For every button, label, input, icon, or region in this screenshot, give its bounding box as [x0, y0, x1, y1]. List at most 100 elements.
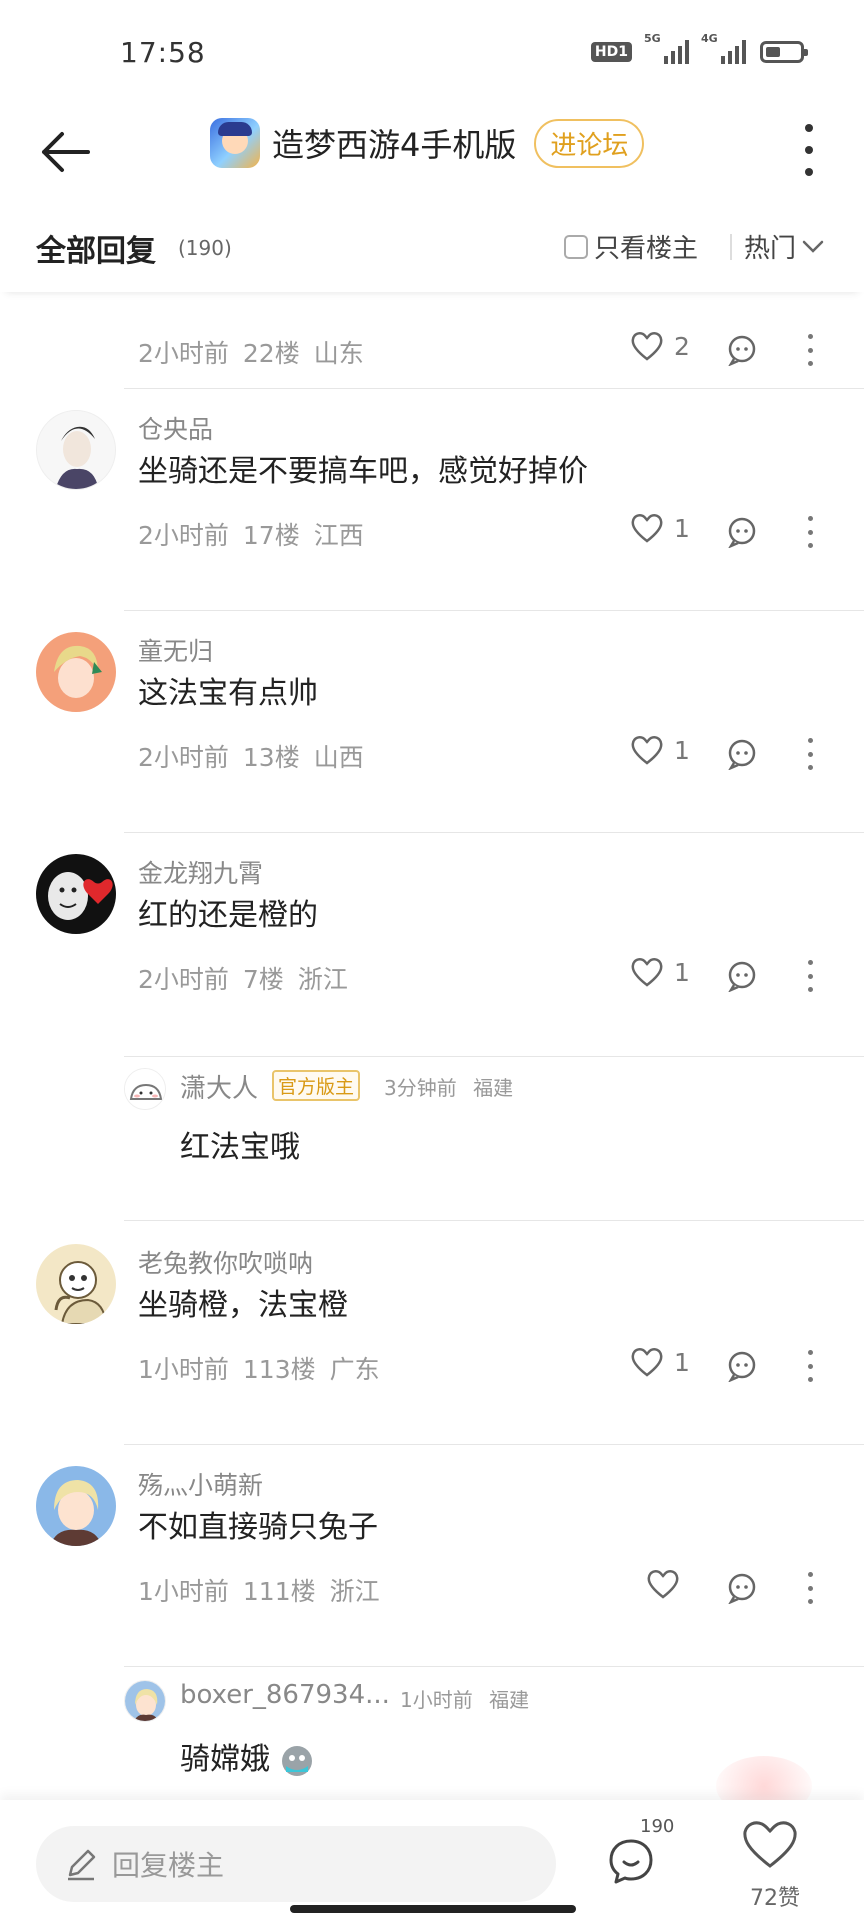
avatar[interactable]: [124, 1680, 166, 1722]
comment-more-icon[interactable]: [804, 334, 816, 366]
separator: [124, 1220, 864, 1221]
comment-text: 不如直接骑只兔子: [138, 1510, 378, 1545]
comment-more-icon[interactable]: [804, 516, 816, 548]
separator: [124, 1056, 864, 1057]
separator: [124, 388, 864, 389]
comment-more-icon[interactable]: [804, 1572, 816, 1604]
enter-forum-button[interactable]: 进论坛: [534, 118, 645, 168]
comment-meta: 1小时前 113楼 广东 1: [138, 1346, 838, 1386]
sort-label: 热门: [744, 234, 797, 264]
separator: [124, 832, 864, 833]
separator: [124, 1666, 864, 1667]
comment-meta: 2小时前 22楼 山东 2: [138, 330, 838, 370]
comment-item: 殇灬小萌新 不如直接骑只兔子 1小时前 111楼 浙江: [0, 1446, 864, 1668]
moderator-badge: 官方版主: [272, 1070, 361, 1101]
sub-reply-meta: 1小时前 福建: [400, 1688, 530, 1712]
reply-input[interactable]: 回复楼主: [36, 1826, 556, 1902]
status-icons: HD1 5G 4G: [590, 32, 808, 64]
avatar[interactable]: [36, 1244, 116, 1324]
username[interactable]: 仓央品: [138, 410, 213, 446]
forum-title-group: 造梦西游4手机版 进论坛: [210, 118, 645, 168]
pencil-icon: [68, 1849, 96, 1881]
heart-icon: [631, 1347, 663, 1377]
comment-bubble-icon[interactable]: [606, 1836, 656, 1886]
reply-header: 全部回复 (190) 只看楼主 热门: [0, 220, 864, 292]
like-count: 1: [674, 1347, 690, 1377]
avatar[interactable]: [36, 632, 116, 712]
back-arrow-icon[interactable]: [36, 122, 96, 182]
separator: [124, 610, 864, 611]
reply-bubble-icon[interactable]: [726, 738, 758, 770]
home-indicator[interactable]: [290, 1905, 576, 1913]
heart-icon[interactable]: [740, 1816, 800, 1872]
comment-item: 老兔教你吹唢呐 坐骑橙，法宝橙 1小时前 113楼 广东 1: [0, 1224, 864, 1446]
page-title: 造梦西游4手机版: [272, 126, 517, 164]
comment-more-icon[interactable]: [804, 960, 816, 992]
comment-meta: 2小时前 13楼 山西 1: [138, 734, 838, 774]
reply-placeholder: 回复楼主: [112, 1849, 225, 1882]
reply-bubble-icon[interactable]: [726, 1350, 758, 1382]
more-menu-icon[interactable]: [794, 120, 824, 180]
username[interactable]: 潇大人: [180, 1068, 258, 1105]
like-button[interactable]: 1: [630, 512, 690, 544]
username[interactable]: 老兔教你吹唢呐: [138, 1244, 313, 1280]
comment-item: 金龙翔九霄 红的还是橙的 2小时前 7楼 浙江 1: [0, 834, 864, 1056]
comment-count-badge: 190: [640, 1816, 675, 1837]
divider: [730, 234, 732, 260]
reply-feed[interactable]: 2小时前 22楼 山东 2 仓央品 坐骑还是不要搞车吧，感觉好掉价 2小时前 17楼江…: [0, 280, 864, 1800]
like-button[interactable]: 1: [630, 1346, 690, 1378]
reply-bubble-icon[interactable]: [726, 1572, 758, 1604]
nav-bar: 造梦西游4手机版 进论坛: [0, 100, 864, 220]
bottom-bar: 回复楼主 190 72赞: [0, 1800, 864, 1920]
username[interactable]: boxer_867934...: [180, 1680, 390, 1710]
sort-dropdown[interactable]: 热门: [744, 228, 824, 265]
heart-icon: [647, 1569, 679, 1599]
all-replies-label: 全部回复: [36, 234, 156, 269]
avatar[interactable]: [36, 410, 116, 490]
only-op-toggle[interactable]: 只看楼主: [564, 228, 698, 265]
like-count: 2: [674, 331, 690, 361]
sub-reply-meta: 3分钟前 福建: [384, 1076, 514, 1100]
emoji-face-icon: [281, 1745, 312, 1776]
reply-bubble-icon[interactable]: [726, 516, 758, 548]
like-count: 1: [674, 957, 690, 987]
reply-bubble-icon[interactable]: [726, 334, 758, 366]
comment-text: 坐骑还是不要搞车吧，感觉好掉价: [138, 454, 588, 489]
comment-item: 仓央品 坐骑还是不要搞车吧，感觉好掉价 2小时前 17楼 江西 1: [0, 390, 864, 612]
avatar[interactable]: [124, 1068, 166, 1110]
comment-text: 红法宝哦: [180, 1130, 300, 1165]
comment-text: 红的还是橙的: [138, 898, 318, 933]
avatar[interactable]: [36, 854, 116, 934]
like-button[interactable]: 1: [630, 956, 690, 988]
comment-meta: 2小时前 17楼 江西 1: [138, 512, 838, 552]
comment-item: 童无归 这法宝有点帅 2小时前 13楼 山西 1: [0, 612, 864, 834]
like-button[interactable]: [646, 1568, 690, 1600]
chevron-down-icon: [802, 240, 824, 253]
comment-more-icon[interactable]: [804, 1350, 816, 1382]
signal-4g-icon: 4G: [701, 32, 746, 64]
comment-more-icon[interactable]: [804, 738, 816, 770]
username[interactable]: 童无归: [138, 632, 213, 668]
like-button[interactable]: 1: [630, 734, 690, 766]
heart-icon: [631, 957, 663, 987]
username[interactable]: 殇灬小萌新: [138, 1466, 263, 1502]
separator: [124, 1444, 864, 1445]
comment-text: 坐骑橙，法宝橙: [138, 1288, 348, 1323]
reply-bubble-icon[interactable]: [726, 960, 758, 992]
like-count: 1: [674, 735, 690, 765]
status-time: 17:58: [120, 36, 206, 69]
like-count: 1: [674, 513, 690, 543]
like-count: 72赞: [750, 1886, 800, 1911]
heart-icon: [631, 735, 663, 765]
heart-icon: [631, 331, 663, 361]
battery-icon: [760, 41, 808, 63]
comment-text: 这法宝有点帅: [138, 676, 318, 711]
username[interactable]: 金龙翔九霄: [138, 854, 263, 890]
like-button[interactable]: 2: [630, 330, 690, 362]
hd-icon: HD1: [590, 42, 632, 62]
game-logo-icon: [210, 118, 260, 168]
avatar[interactable]: [36, 1466, 116, 1546]
comment-meta: 2小时前 7楼 浙江 1: [138, 956, 838, 996]
only-op-label: 只看楼主: [594, 234, 699, 264]
checkbox-icon[interactable]: [564, 234, 588, 259]
